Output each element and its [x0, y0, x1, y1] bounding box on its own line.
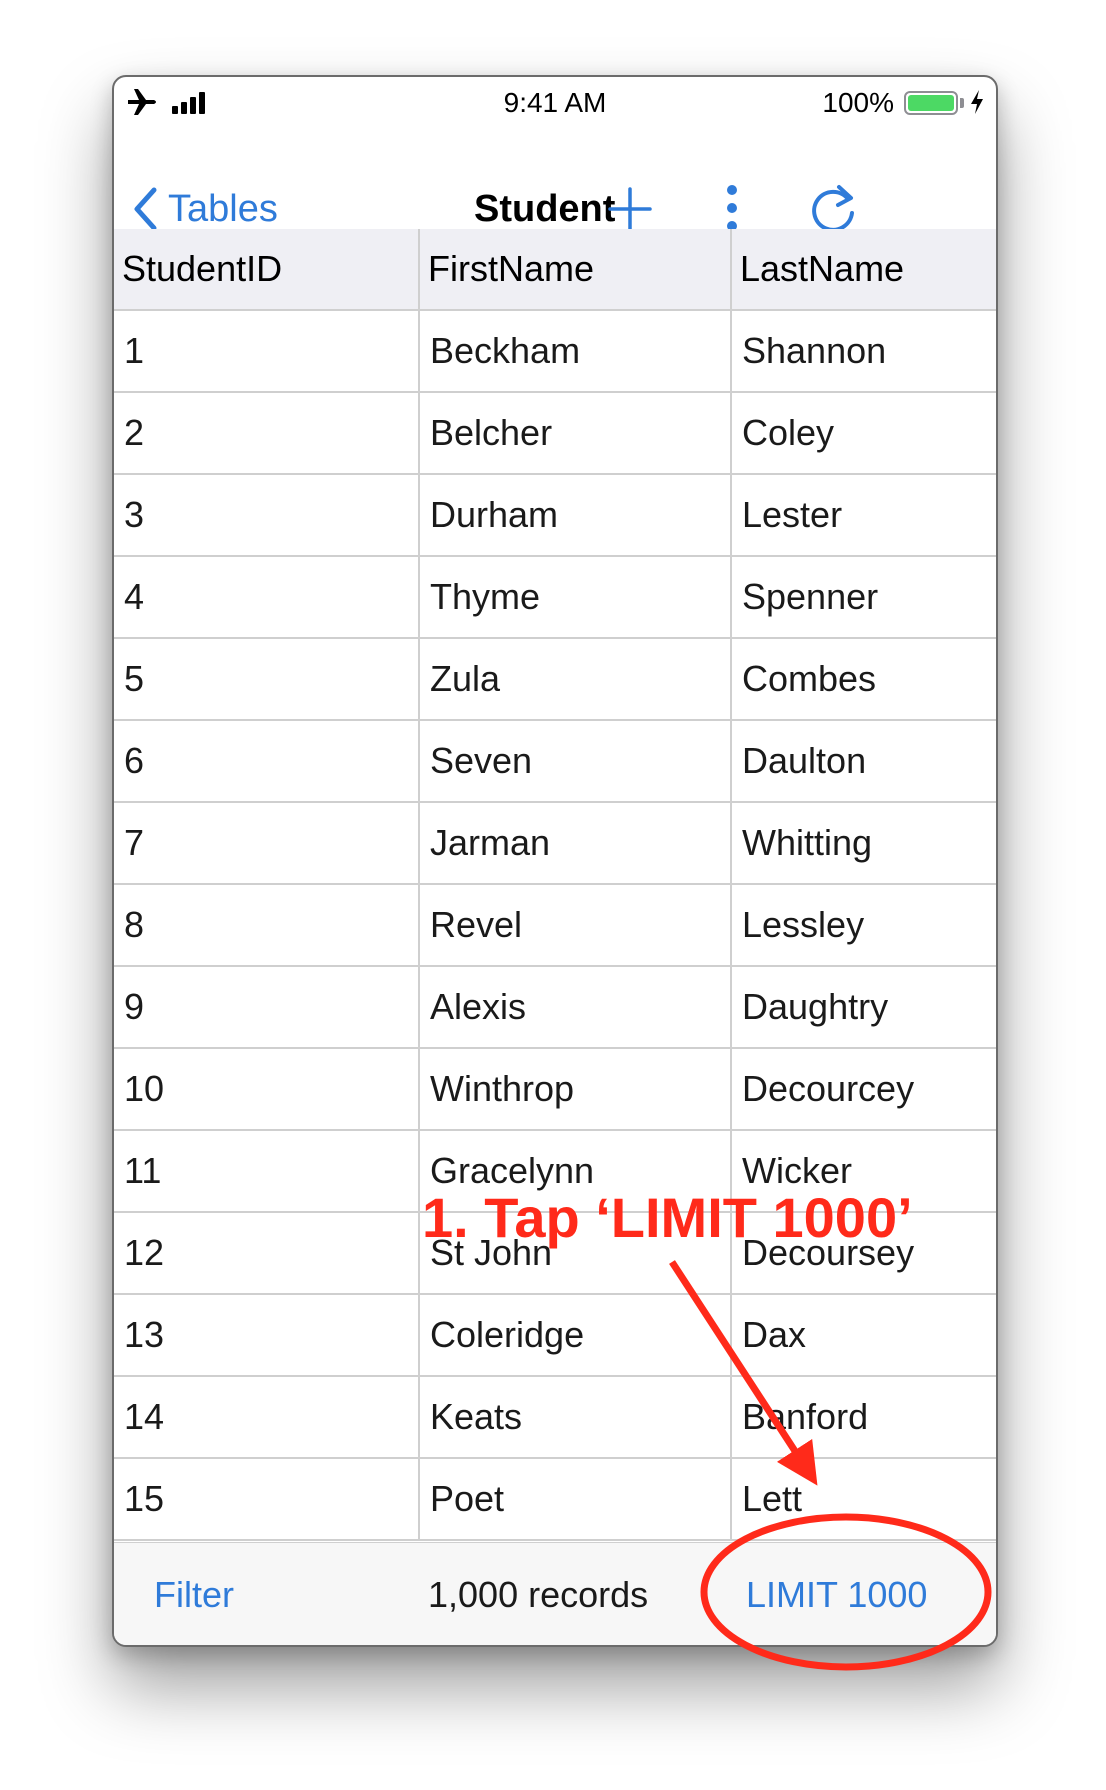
- phone-frame: 9:41 AM 100% Tables Student StudentID Fi…: [112, 75, 998, 1647]
- table-cell[interactable]: 10: [114, 1049, 420, 1129]
- table-cell[interactable]: Daulton: [732, 721, 996, 801]
- table-cell[interactable]: Lester: [732, 475, 996, 555]
- table-cell[interactable]: Revel: [420, 885, 732, 965]
- table-cell[interactable]: Alexis: [420, 967, 732, 1047]
- column-header-studentid[interactable]: StudentID: [114, 229, 420, 309]
- record-count: 1,000 records: [428, 1574, 649, 1615]
- charging-bolt-icon: [971, 90, 983, 114]
- table-row[interactable]: 15 Poet Lett: [114, 1459, 996, 1541]
- table-cell[interactable]: Poet: [420, 1459, 732, 1539]
- table-cell[interactable]: 13: [114, 1295, 420, 1375]
- table-cell[interactable]: 3: [114, 475, 420, 555]
- table-row[interactable]: 14 Keats Banford: [114, 1377, 996, 1459]
- chevron-left-icon: [134, 187, 157, 231]
- table-cell[interactable]: Durham: [420, 475, 732, 555]
- table-cell[interactable]: St John: [420, 1213, 732, 1293]
- table-cell[interactable]: Coley: [732, 393, 996, 473]
- table-cell[interactable]: 14: [114, 1377, 420, 1457]
- status-bar: 9:41 AM 100%: [114, 77, 996, 127]
- table-cell[interactable]: Spenner: [732, 557, 996, 637]
- table-row[interactable]: 7 Jarman Whitting: [114, 803, 996, 885]
- table-cell[interactable]: Jarman: [420, 803, 732, 883]
- battery-icon: [904, 91, 958, 115]
- table-cell[interactable]: Seven: [420, 721, 732, 801]
- table-cell[interactable]: Decoursey: [732, 1213, 996, 1293]
- table-row[interactable]: 4 Thyme Spenner: [114, 557, 996, 639]
- table-row[interactable]: 9 Alexis Daughtry: [114, 967, 996, 1049]
- table-cell[interactable]: Thyme: [420, 557, 732, 637]
- table-cell[interactable]: 6: [114, 721, 420, 801]
- table-cell[interactable]: 12: [114, 1213, 420, 1293]
- table-row[interactable]: 8 Revel Lessley: [114, 885, 996, 967]
- battery-tip: [960, 98, 964, 108]
- back-label: Tables: [168, 187, 278, 230]
- table-header-row: StudentID FirstName LastName: [114, 229, 996, 311]
- table-cell[interactable]: 5: [114, 639, 420, 719]
- table-cell[interactable]: Banford: [732, 1377, 996, 1457]
- table-cell[interactable]: Winthrop: [420, 1049, 732, 1129]
- table-cell[interactable]: Dax: [732, 1295, 996, 1375]
- column-header-lastname[interactable]: LastName: [732, 229, 996, 309]
- battery-percentage: 100%: [822, 87, 894, 118]
- table-row[interactable]: 13 Coleridge Dax: [114, 1295, 996, 1377]
- table-cell[interactable]: Beckham: [420, 311, 732, 391]
- table-cell[interactable]: Decourcey: [732, 1049, 996, 1129]
- table-row[interactable]: 1 Beckham Shannon: [114, 311, 996, 393]
- table-cell[interactable]: Coleridge: [420, 1295, 732, 1375]
- table-cell[interactable]: 11: [114, 1131, 420, 1211]
- table-cell[interactable]: 2: [114, 393, 420, 473]
- table-row[interactable]: 11 Gracelynn Wicker: [114, 1131, 996, 1213]
- table-cell[interactable]: Zula: [420, 639, 732, 719]
- table-row[interactable]: 10 Winthrop Decourcey: [114, 1049, 996, 1131]
- table-row[interactable]: 6 Seven Daulton: [114, 721, 996, 803]
- filter-button[interactable]: Filter: [154, 1543, 234, 1645]
- table-row[interactable]: 3 Durham Lester: [114, 475, 996, 557]
- table-row[interactable]: 12 St John Decoursey: [114, 1213, 996, 1295]
- table-cell[interactable]: Lett: [732, 1459, 996, 1539]
- column-header-firstname[interactable]: FirstName: [420, 229, 732, 309]
- table-cell[interactable]: Belcher: [420, 393, 732, 473]
- table-cell[interactable]: Lessley: [732, 885, 996, 965]
- table-cell[interactable]: Combes: [732, 639, 996, 719]
- limit-button[interactable]: LIMIT 1000: [746, 1543, 927, 1645]
- table-cell[interactable]: Wicker: [732, 1131, 996, 1211]
- table-cell[interactable]: 15: [114, 1459, 420, 1539]
- table-cell[interactable]: 8: [114, 885, 420, 965]
- table-cell[interactable]: Daughtry: [732, 967, 996, 1047]
- table-cell[interactable]: 9: [114, 967, 420, 1047]
- table-cell[interactable]: Gracelynn: [420, 1131, 732, 1211]
- table-cell[interactable]: 7: [114, 803, 420, 883]
- table-cell[interactable]: Whitting: [732, 803, 996, 883]
- table-cell[interactable]: Keats: [420, 1377, 732, 1457]
- bottom-toolbar: Filter 1,000 records LIMIT 1000: [114, 1542, 996, 1645]
- table-cell[interactable]: Shannon: [732, 311, 996, 391]
- table-cell[interactable]: 1: [114, 311, 420, 391]
- table-cell[interactable]: 4: [114, 557, 420, 637]
- table-row[interactable]: 5 Zula Combes: [114, 639, 996, 721]
- table-row[interactable]: 2 Belcher Coley: [114, 393, 996, 475]
